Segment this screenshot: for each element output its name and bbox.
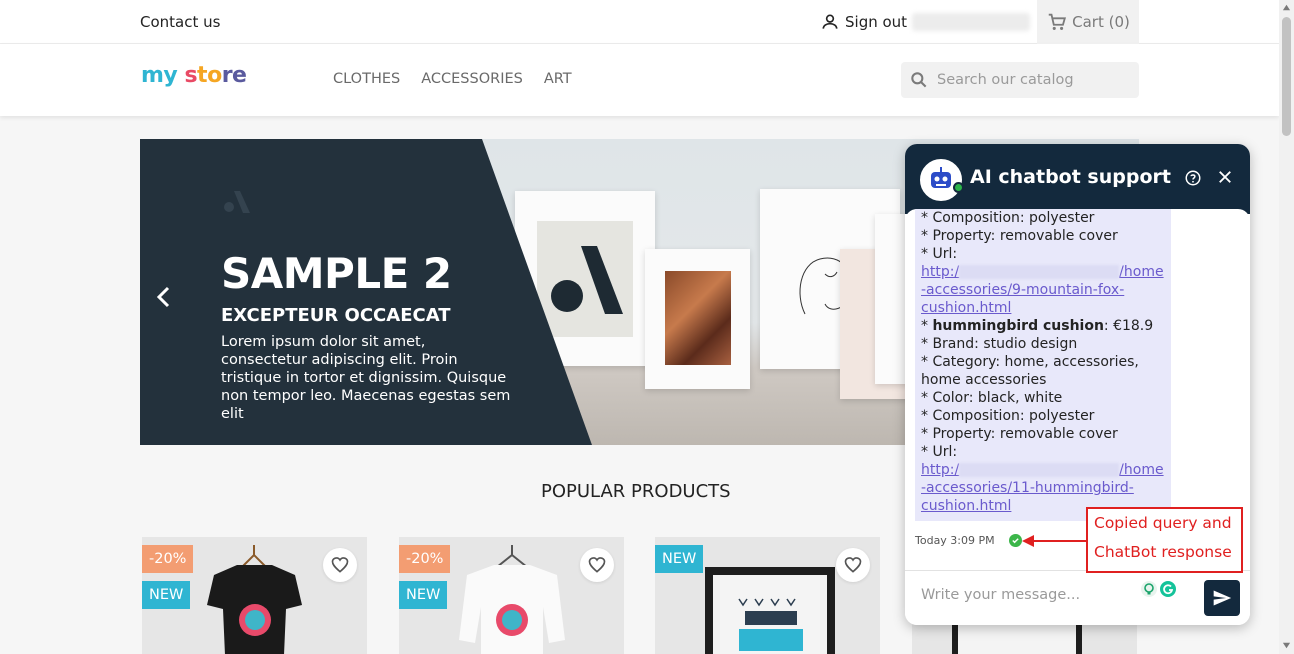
- discount-badge: -20%: [399, 545, 451, 573]
- bot-message: * Composition: polyester * Property: rem…: [915, 209, 1171, 521]
- link-part[interactable]: http:/: [921, 462, 959, 478]
- message-line: * Property: removable cover: [921, 426, 1118, 442]
- product-card[interactable]: -20% NEW: [399, 537, 624, 654]
- scroll-up-icon[interactable]: [1282, 3, 1291, 12]
- robot-icon: [931, 167, 951, 188]
- section-title: POPULAR PRODUCTS: [541, 481, 731, 502]
- message-input[interactable]: [921, 587, 1131, 603]
- message-line: * Url:: [921, 246, 958, 262]
- link-part[interactable]: -accessories/11-hummingbird-: [921, 480, 1134, 496]
- search-box: [901, 62, 1139, 98]
- heart-icon: [844, 557, 862, 573]
- message-line: * Property: removable cover: [921, 228, 1118, 244]
- message-line: * Brand: studio design: [921, 336, 1078, 352]
- site-header: my store CLOTHES ACCESSORIES ART: [0, 44, 1279, 116]
- message-line: * Composition: polyester: [921, 408, 1095, 424]
- cart-label: Cart (0): [1072, 13, 1130, 31]
- product-image: [705, 567, 835, 654]
- annotation-line: Copied query and: [1094, 514, 1232, 532]
- message-line: * Url:: [921, 444, 958, 460]
- input-extensions: [1141, 581, 1176, 597]
- chat-composer: [905, 570, 1250, 625]
- close-icon[interactable]: [1216, 168, 1234, 186]
- wishlist-button[interactable]: [580, 548, 614, 582]
- page-scrollbar[interactable]: [1279, 0, 1294, 654]
- shopping-cart-icon: [1048, 13, 1067, 30]
- chatbot-header: AI chatbot support: [905, 144, 1250, 214]
- scroll-thumb[interactable]: [1282, 17, 1291, 136]
- wishlist-button[interactable]: [836, 548, 870, 582]
- redacted-domain: [959, 265, 1120, 279]
- message-line: * Color: black, white: [921, 390, 1063, 406]
- search-input[interactable]: [937, 72, 1127, 88]
- sign-out-label: Sign out: [845, 13, 908, 31]
- annotation-line: ChatBot response: [1094, 543, 1232, 561]
- grammarly-icon[interactable]: [1160, 581, 1176, 597]
- send-button[interactable]: [1204, 580, 1240, 616]
- sign-out-link[interactable]: Sign out: [820, 12, 907, 32]
- cart-button[interactable]: Cart (0): [1037, 0, 1139, 44]
- check-icon: [1008, 534, 1022, 547]
- product-image: [207, 545, 302, 654]
- product-price: : €18.9: [1103, 318, 1154, 334]
- annotation-arrow-icon: [1022, 535, 1086, 547]
- top-bar: Contact us Sign out Cart (0): [0, 0, 1279, 44]
- link-part[interactable]: /home: [1119, 264, 1163, 280]
- search-icon: [911, 72, 927, 88]
- product-card[interactable]: -20% NEW: [142, 537, 367, 654]
- logo-part: s: [184, 63, 198, 88]
- product-link[interactable]: http:/ /home -accessories/9-mountain-fox-…: [921, 263, 1165, 317]
- hero-description: Lorem ipsum dolor sit amet, consectetur …: [221, 334, 511, 422]
- user-icon: [822, 14, 838, 29]
- send-icon: [1213, 590, 1232, 606]
- scroll-down-icon[interactable]: [1282, 641, 1291, 650]
- hero-title: SAMPLE 2: [221, 249, 452, 298]
- account-name-redacted[interactable]: [912, 13, 1030, 31]
- heart-icon: [588, 557, 606, 573]
- message-line: home accessories: [921, 372, 1047, 388]
- new-badge: NEW: [399, 581, 448, 609]
- product-image: [459, 545, 565, 654]
- bot-avatar: [920, 159, 962, 201]
- link-part[interactable]: -accessories/9-mountain-fox-: [921, 282, 1124, 298]
- help-icon[interactable]: [1184, 169, 1202, 187]
- link-part[interactable]: cushion.html: [921, 498, 1011, 514]
- message-line: * Category: home, accessories,: [921, 354, 1139, 370]
- message-line: * Composition: polyester: [921, 210, 1095, 226]
- contact-us-link[interactable]: Contact us: [140, 13, 220, 31]
- chevron-left-icon[interactable]: [152, 285, 176, 309]
- discount-badge: -20%: [142, 545, 194, 573]
- logo-part: my: [141, 63, 178, 88]
- link-part[interactable]: http:/: [921, 264, 959, 280]
- link-part[interactable]: /home: [1119, 462, 1163, 478]
- logo-part: re: [221, 63, 247, 88]
- timestamp-text: Today 3:09 PM: [915, 534, 995, 547]
- store-logo[interactable]: my store: [141, 63, 247, 88]
- logo-part: to: [197, 63, 222, 88]
- hero-subtitle: EXCEPTEUR OCCAECAT: [221, 305, 451, 326]
- message-line: * hummingbird cushion: €18.9: [921, 318, 1154, 334]
- lightbulb-icon[interactable]: [1141, 581, 1157, 597]
- nav-item-clothes[interactable]: CLOTHES: [333, 71, 400, 87]
- new-badge: NEW: [655, 545, 704, 573]
- message-timestamp: Today 3:09 PM: [915, 534, 1022, 547]
- chatbot-title: AI chatbot support: [970, 166, 1171, 188]
- heart-icon: [331, 557, 349, 573]
- redacted-domain: [959, 463, 1120, 477]
- wishlist-button[interactable]: [323, 548, 357, 582]
- main-nav: CLOTHES ACCESSORIES ART: [333, 71, 572, 87]
- product-card[interactable]: NEW: [655, 537, 880, 654]
- annotation-callout: Copied query and ChatBot response: [1086, 507, 1243, 573]
- nav-item-accessories[interactable]: ACCESSORIES: [421, 71, 523, 87]
- nav-item-art[interactable]: ART: [544, 71, 572, 87]
- brand-mark-icon: [224, 191, 250, 213]
- link-part[interactable]: cushion.html: [921, 300, 1011, 316]
- online-status-dot: [953, 182, 964, 193]
- product-name: hummingbird cushion: [932, 318, 1104, 334]
- new-badge: NEW: [142, 581, 191, 609]
